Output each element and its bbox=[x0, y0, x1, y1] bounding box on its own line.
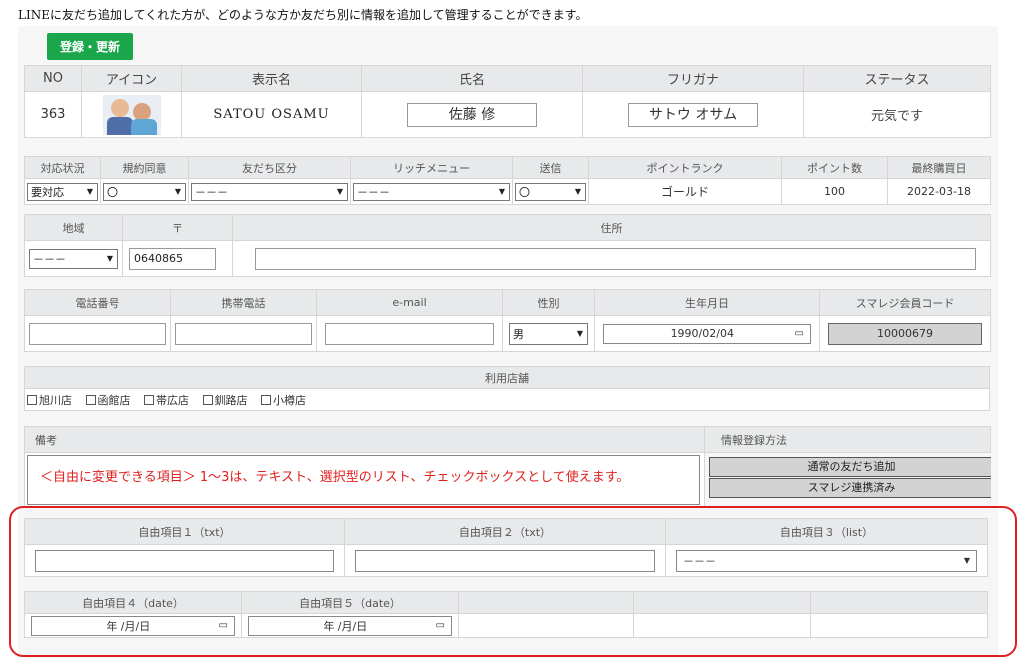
header-friend-type: 友だち区分 bbox=[188, 156, 351, 179]
points: 100 bbox=[781, 178, 888, 205]
header-smaregi-code: スマレジ会員コード bbox=[819, 289, 991, 316]
header-free-field-4: 自由項目４（date） bbox=[24, 591, 242, 614]
chevron-down-icon: ▼ bbox=[963, 556, 970, 565]
furigana-cell: サトウ オサム bbox=[582, 91, 804, 138]
birthday-input[interactable]: 1990/02/04 ▭ bbox=[603, 323, 811, 344]
user-no: 363 bbox=[24, 91, 82, 138]
header-registration-method: 情報登録方法 bbox=[704, 426, 991, 453]
chevron-down-icon: ▼ bbox=[574, 187, 581, 196]
page-intro: LINEに友だち追加してくれた方が、どのような方か友だち別に情報を追加して管理す… bbox=[18, 8, 588, 22]
header-rich-menu: リッチメニュー bbox=[350, 156, 513, 179]
header-address: 住所 bbox=[232, 214, 991, 241]
stores-table: 利用店舗 旭川店 函館店 帯広店 釧路店 小樽店 bbox=[24, 366, 990, 411]
friend-type-select[interactable]: －－－ ▼ bbox=[191, 182, 348, 201]
checkbox-icon bbox=[27, 394, 37, 405]
furigana-input[interactable]: サトウ オサム bbox=[628, 102, 758, 127]
header-birthday: 生年月日 bbox=[594, 289, 820, 316]
calendar-icon[interactable]: ▭ bbox=[795, 328, 804, 339]
registration-smaregi-button[interactable]: スマレジ連携済み bbox=[709, 478, 991, 498]
header-region: 地域 bbox=[24, 214, 123, 241]
header-email: e-mail bbox=[316, 289, 503, 316]
checkbox-icon bbox=[144, 394, 154, 405]
smaregi-code-input: 10000679 bbox=[828, 322, 982, 345]
calendar-icon[interactable]: ▭ bbox=[219, 620, 228, 631]
header-no: NO bbox=[24, 65, 82, 92]
header-consent: 規約同意 bbox=[100, 156, 189, 179]
header-mobile: 携帯電話 bbox=[170, 289, 317, 316]
phone-input[interactable] bbox=[29, 322, 166, 345]
status-text: 元気です bbox=[803, 91, 991, 138]
service-info-table: 対応状況 規約同意 友だち区分 リッチメニュー 送信 ポイントランク ポイント数… bbox=[24, 156, 991, 205]
free-field-1-input[interactable] bbox=[35, 549, 334, 572]
header-point-rank: ポイントランク bbox=[588, 156, 782, 179]
register-update-button[interactable]: 登録・更新 bbox=[47, 33, 133, 60]
chevron-down-icon: ▼ bbox=[576, 329, 583, 338]
mobile-input[interactable] bbox=[175, 322, 312, 345]
header-furigana: フリガナ bbox=[582, 65, 804, 92]
chevron-down-icon: ▼ bbox=[174, 187, 181, 196]
registration-normal-button[interactable]: 通常の友だち追加 bbox=[709, 457, 991, 477]
header-free-field-5: 自由項目５（date） bbox=[241, 591, 459, 614]
address-input[interactable] bbox=[255, 247, 976, 270]
free-field-5-date[interactable]: 年 /月/日 ▭ bbox=[248, 615, 452, 636]
address-table: 地域 〒 住所 －－－ ▼ 0640865 bbox=[24, 214, 991, 277]
email-input[interactable] bbox=[325, 322, 494, 345]
header-icon: アイコン bbox=[81, 65, 182, 92]
basic-info-table: NO アイコン 表示名 氏名 フリガナ ステータス 363 SATOU OSAM… bbox=[24, 65, 991, 138]
chevron-down-icon: ▼ bbox=[86, 187, 93, 196]
notes-table: 備考 情報登録方法 ＜自由に変更できる項目＞ 1～3は、テキスト、選択型のリスト… bbox=[24, 426, 991, 508]
free-field-2-input[interactable] bbox=[355, 549, 655, 572]
checkbox-icon bbox=[261, 394, 271, 405]
header-status: ステータス bbox=[803, 65, 991, 92]
calendar-icon[interactable]: ▭ bbox=[436, 620, 445, 631]
free-fields-table-1: 自由項目１（txt） 自由項目２（txt） 自由項目３（list） －－－ ▼ bbox=[24, 518, 988, 577]
chevron-down-icon: ▼ bbox=[106, 254, 113, 263]
gender-select[interactable]: 男 ▼ bbox=[509, 322, 588, 345]
point-rank: ゴールド bbox=[588, 178, 782, 205]
rich-menu-select[interactable]: －－－ ▼ bbox=[353, 182, 510, 201]
full-name-cell: 佐藤 修 bbox=[361, 91, 583, 138]
full-name-input[interactable]: 佐藤 修 bbox=[407, 102, 537, 127]
last-purchase-date: 2022-03-18 bbox=[887, 178, 991, 205]
consent-select[interactable]: 〇 ▼ bbox=[103, 182, 186, 201]
header-last-purchase: 最終購買日 bbox=[887, 156, 991, 179]
store-checkbox-hakodate[interactable]: 函館店 bbox=[85, 392, 131, 408]
contact-table: 電話番号 携帯電話 e-mail 性別 生年月日 スマレジ会員コード 男 ▼ 19… bbox=[24, 289, 991, 352]
free-field-4-date[interactable]: 年 /月/日 ▭ bbox=[31, 615, 235, 636]
free-field-3-select[interactable]: －－－ ▼ bbox=[676, 549, 977, 572]
avatar bbox=[102, 94, 161, 135]
postal-input[interactable]: 0640865 bbox=[129, 247, 216, 270]
header-points: ポイント数 bbox=[781, 156, 888, 179]
region-select[interactable]: －－－ ▼ bbox=[29, 248, 118, 269]
chevron-down-icon: ▼ bbox=[336, 187, 343, 196]
store-checkbox-kushiro[interactable]: 釧路店 bbox=[202, 392, 248, 408]
store-checkbox-obihiro[interactable]: 帯広店 bbox=[144, 392, 189, 408]
store-checkbox-asahikawa[interactable]: 旭川店 bbox=[27, 392, 72, 408]
send-select[interactable]: 〇 ▼ bbox=[515, 182, 586, 201]
free-fields-table-2: 自由項目４（date） 自由項目５（date） 年 /月/日 ▭ 年 /月/日 ▭ bbox=[24, 591, 988, 638]
header-response: 対応状況 bbox=[24, 156, 101, 179]
header-postal: 〒 bbox=[122, 214, 233, 241]
store-checkbox-otaru[interactable]: 小樽店 bbox=[261, 392, 306, 408]
notes-textarea[interactable]: ＜自由に変更できる項目＞ 1～3は、テキスト、選択型のリスト、チェックボックスと… bbox=[27, 455, 700, 505]
chevron-down-icon: ▼ bbox=[498, 187, 505, 196]
avatar-cell bbox=[81, 91, 182, 138]
checkbox-icon bbox=[202, 394, 213, 405]
header-send: 送信 bbox=[512, 156, 589, 179]
header-stores: 利用店舗 bbox=[24, 366, 990, 389]
header-notes: 備考 bbox=[24, 426, 705, 453]
response-select[interactable]: 要対応 ▼ bbox=[27, 182, 98, 201]
display-name: SATOU OSAMU bbox=[181, 91, 362, 138]
header-full-name: 氏名 bbox=[361, 65, 583, 92]
header-gender: 性別 bbox=[502, 289, 595, 316]
header-display-name: 表示名 bbox=[181, 65, 362, 92]
header-free-field-1: 自由項目１（txt） bbox=[24, 518, 345, 545]
header-free-field-2: 自由項目２（txt） bbox=[344, 518, 666, 545]
header-phone: 電話番号 bbox=[24, 289, 171, 316]
header-free-field-3: 自由項目３（list） bbox=[665, 518, 988, 545]
checkbox-icon bbox=[85, 394, 96, 405]
